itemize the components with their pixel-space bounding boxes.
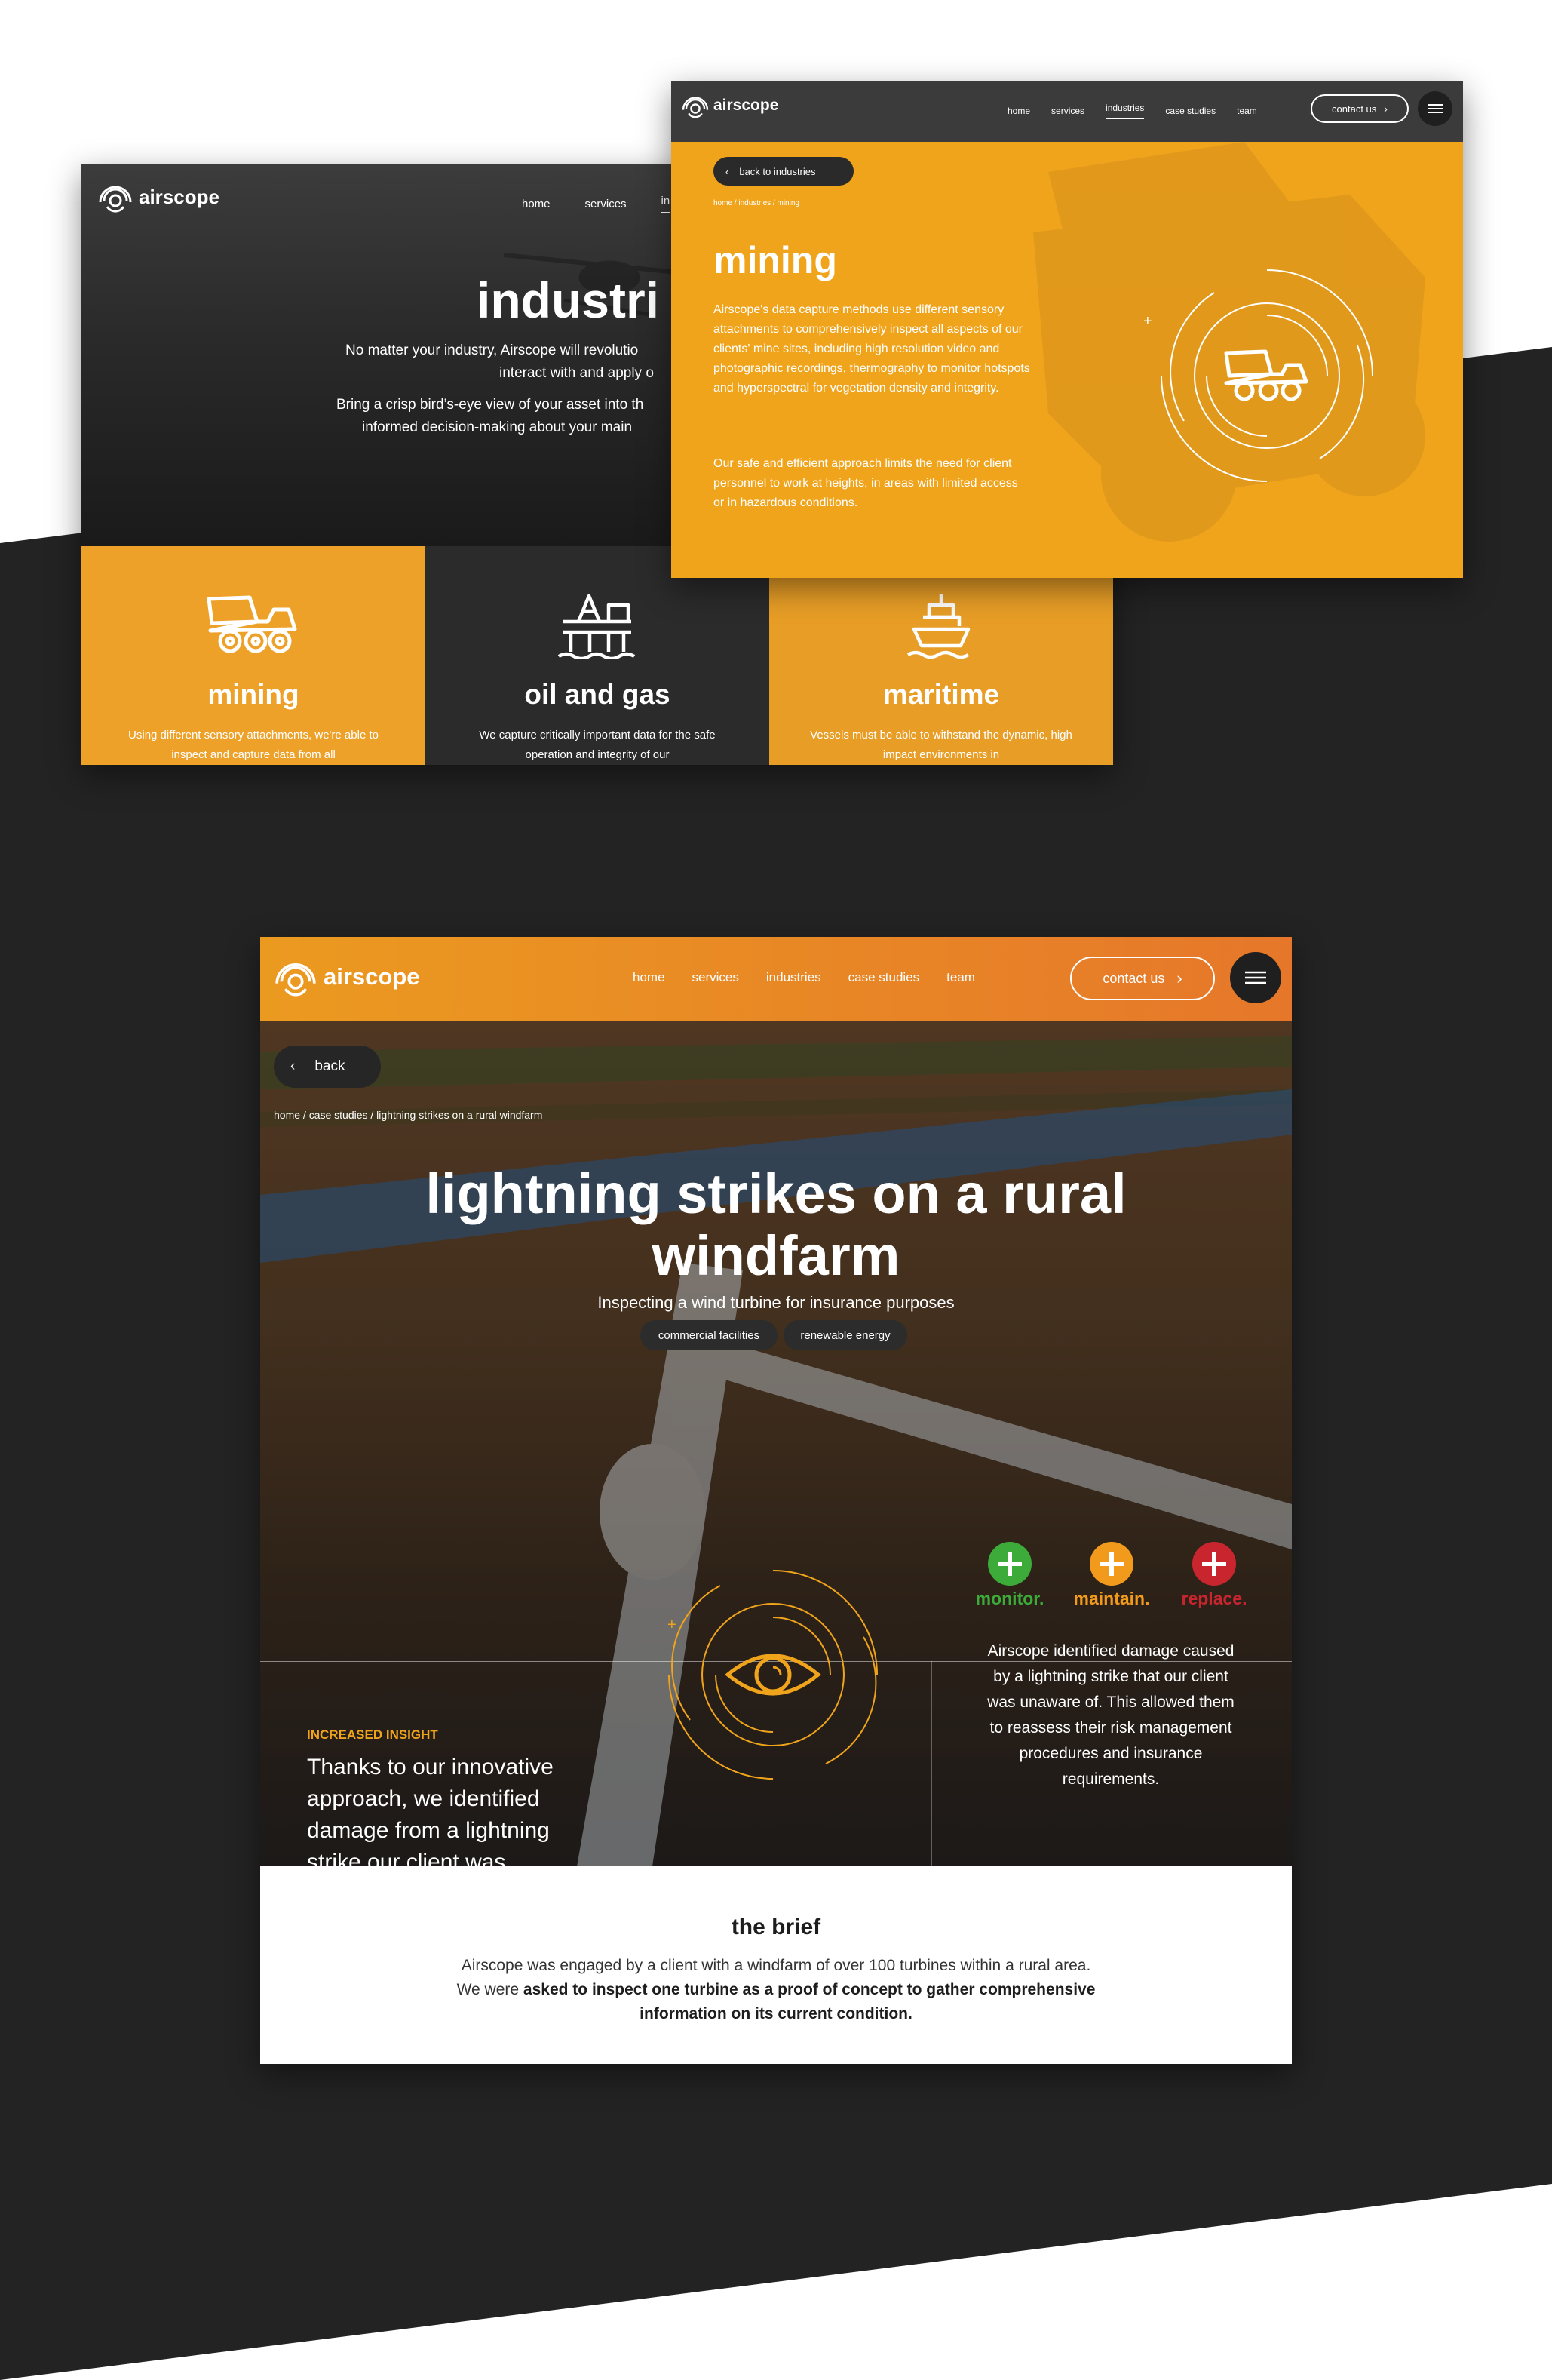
monitor-plus-icon xyxy=(988,1542,1032,1586)
dump-truck-icon xyxy=(1224,349,1308,401)
case-header: airscope home services industries case s… xyxy=(260,937,1292,1021)
nav-industries[interactable]: in xyxy=(661,195,670,213)
tile-mining-title: mining xyxy=(207,679,299,710)
tile-mining-desc: Using different sensory attachments, we'… xyxy=(128,729,379,761)
brief-section: the brief Airscope was engaged by a clie… xyxy=(260,1866,1292,2064)
tag-renewable-energy[interactable]: renewable energy xyxy=(784,1320,907,1350)
brief-text: Airscope was engaged by a client with a … xyxy=(452,1954,1100,2026)
nav-industries[interactable]: industries xyxy=(1106,103,1145,119)
chevron-right-icon: › xyxy=(1384,103,1388,115)
case-nav: home services industries case studies te… xyxy=(633,970,975,985)
airscope-logo-icon xyxy=(682,97,709,118)
chevron-left-icon: ‹ xyxy=(725,165,729,177)
ship-icon xyxy=(906,594,971,659)
nav-industries[interactable]: industries xyxy=(766,970,821,985)
case-study-screenshot: airscope home services industries case s… xyxy=(260,937,1292,2064)
case-title-line2: windfarm xyxy=(652,1224,900,1287)
breadcrumb: home / industries / mining xyxy=(713,199,799,207)
tag-commercial-facilities[interactable]: commercial facilities xyxy=(640,1320,778,1350)
tile-maritime-desc: Vessels must be able to withstand the dy… xyxy=(810,729,1072,761)
overview-nav: home services in xyxy=(522,195,670,213)
maintain-label: maintain. xyxy=(1073,1589,1150,1608)
mining-paragraph-2: Our safe and efficient approach limits t… xyxy=(713,457,1018,509)
breadcrumb: home / case studies / lightning strikes … xyxy=(274,1109,543,1121)
monitor-label: monitor. xyxy=(975,1589,1044,1608)
mining-detail-screenshot: airscope home services industries case s… xyxy=(671,81,1463,578)
chevron-left-icon: ‹ xyxy=(290,1058,296,1074)
mining-header: airscope home services industries case s… xyxy=(671,81,1463,142)
contact-us-label: contact us xyxy=(1103,970,1165,986)
nav-home[interactable]: home xyxy=(522,198,551,210)
contact-us-label: contact us xyxy=(1332,103,1377,115)
mining-nav: home services industries case studies te… xyxy=(1008,103,1257,119)
hamburger-icon xyxy=(1428,104,1443,113)
svg-text:+: + xyxy=(1143,313,1152,330)
back-to-industries-button[interactable]: ‹ back to industries xyxy=(713,157,854,186)
nav-home[interactable]: home xyxy=(1008,106,1030,116)
back-label: back xyxy=(314,1058,345,1074)
menu-button[interactable] xyxy=(1418,91,1452,126)
replace-label: replace. xyxy=(1181,1589,1247,1608)
nav-services[interactable]: services xyxy=(1051,106,1084,116)
tile-mining[interactable]: mining Using different sensory attachmen… xyxy=(81,546,425,765)
eye-icon xyxy=(725,1654,821,1696)
case-title: lightning strikes on a rural windfarm xyxy=(260,1163,1292,1287)
tile-oil-and-gas[interactable]: oil and gas We capture critically import… xyxy=(425,546,769,765)
menu-button[interactable] xyxy=(1230,952,1281,1003)
contact-us-button[interactable]: contact us › xyxy=(1070,957,1215,1000)
nav-home[interactable]: home xyxy=(633,970,665,985)
brand-name: airscope xyxy=(324,963,420,990)
mining-paragraph-1: Airscope's data capture methods use diff… xyxy=(713,303,1030,395)
overview-title: industri xyxy=(477,272,659,328)
contact-us-button[interactable]: contact us › xyxy=(1311,94,1409,123)
logo[interactable]: airscope xyxy=(97,178,219,216)
oil-rig-icon xyxy=(557,594,636,659)
brand-name: airscope xyxy=(139,185,219,208)
mining-emblem: + xyxy=(1143,269,1373,482)
maintain-plus-icon xyxy=(1090,1542,1133,1586)
airscope-logo-icon xyxy=(275,963,316,997)
svg-text:+: + xyxy=(667,1617,676,1633)
case-title-line1: lightning strikes on a rural xyxy=(425,1162,1127,1225)
logo[interactable]: airscope xyxy=(680,91,778,121)
back-button[interactable]: ‹ back xyxy=(274,1046,381,1088)
nav-case-studies[interactable]: case studies xyxy=(1165,106,1216,116)
insight-emblem: + xyxy=(667,1570,878,1780)
nav-case-studies[interactable]: case studies xyxy=(848,970,920,985)
logo[interactable]: airscope xyxy=(272,954,420,1000)
back-label: back to industries xyxy=(739,165,816,177)
case-subtitle: Inspecting a wind turbine for insurance … xyxy=(597,1293,955,1312)
chevron-right-icon: › xyxy=(1176,969,1182,987)
dump-truck-icon xyxy=(207,595,297,653)
brief-title: the brief xyxy=(731,1915,821,1939)
tile-oil-desc: We capture critically important data for… xyxy=(479,729,716,761)
insight-label: INCREASED INSIGHT xyxy=(307,1727,438,1742)
replace-plus-icon xyxy=(1192,1542,1236,1586)
page-title: mining xyxy=(713,239,837,281)
tile-maritime[interactable]: maritime Vessels must be able to withsta… xyxy=(769,546,1113,765)
brief-text-bold: asked to inspect one turbine as a proof … xyxy=(523,1981,1096,2022)
tile-oil-title: oil and gas xyxy=(524,679,670,710)
nav-services[interactable]: services xyxy=(692,970,739,985)
nav-team[interactable]: team xyxy=(1237,106,1257,116)
tile-maritime-title: maritime xyxy=(882,679,1000,710)
nav-team[interactable]: team xyxy=(946,970,975,985)
nav-services[interactable]: services xyxy=(585,198,627,210)
hamburger-icon xyxy=(1245,971,1266,984)
result-text: Airscope identified damage caused by a l… xyxy=(987,1642,1235,1788)
brand-name: airscope xyxy=(713,97,779,114)
airscope-logo-icon xyxy=(99,186,132,213)
